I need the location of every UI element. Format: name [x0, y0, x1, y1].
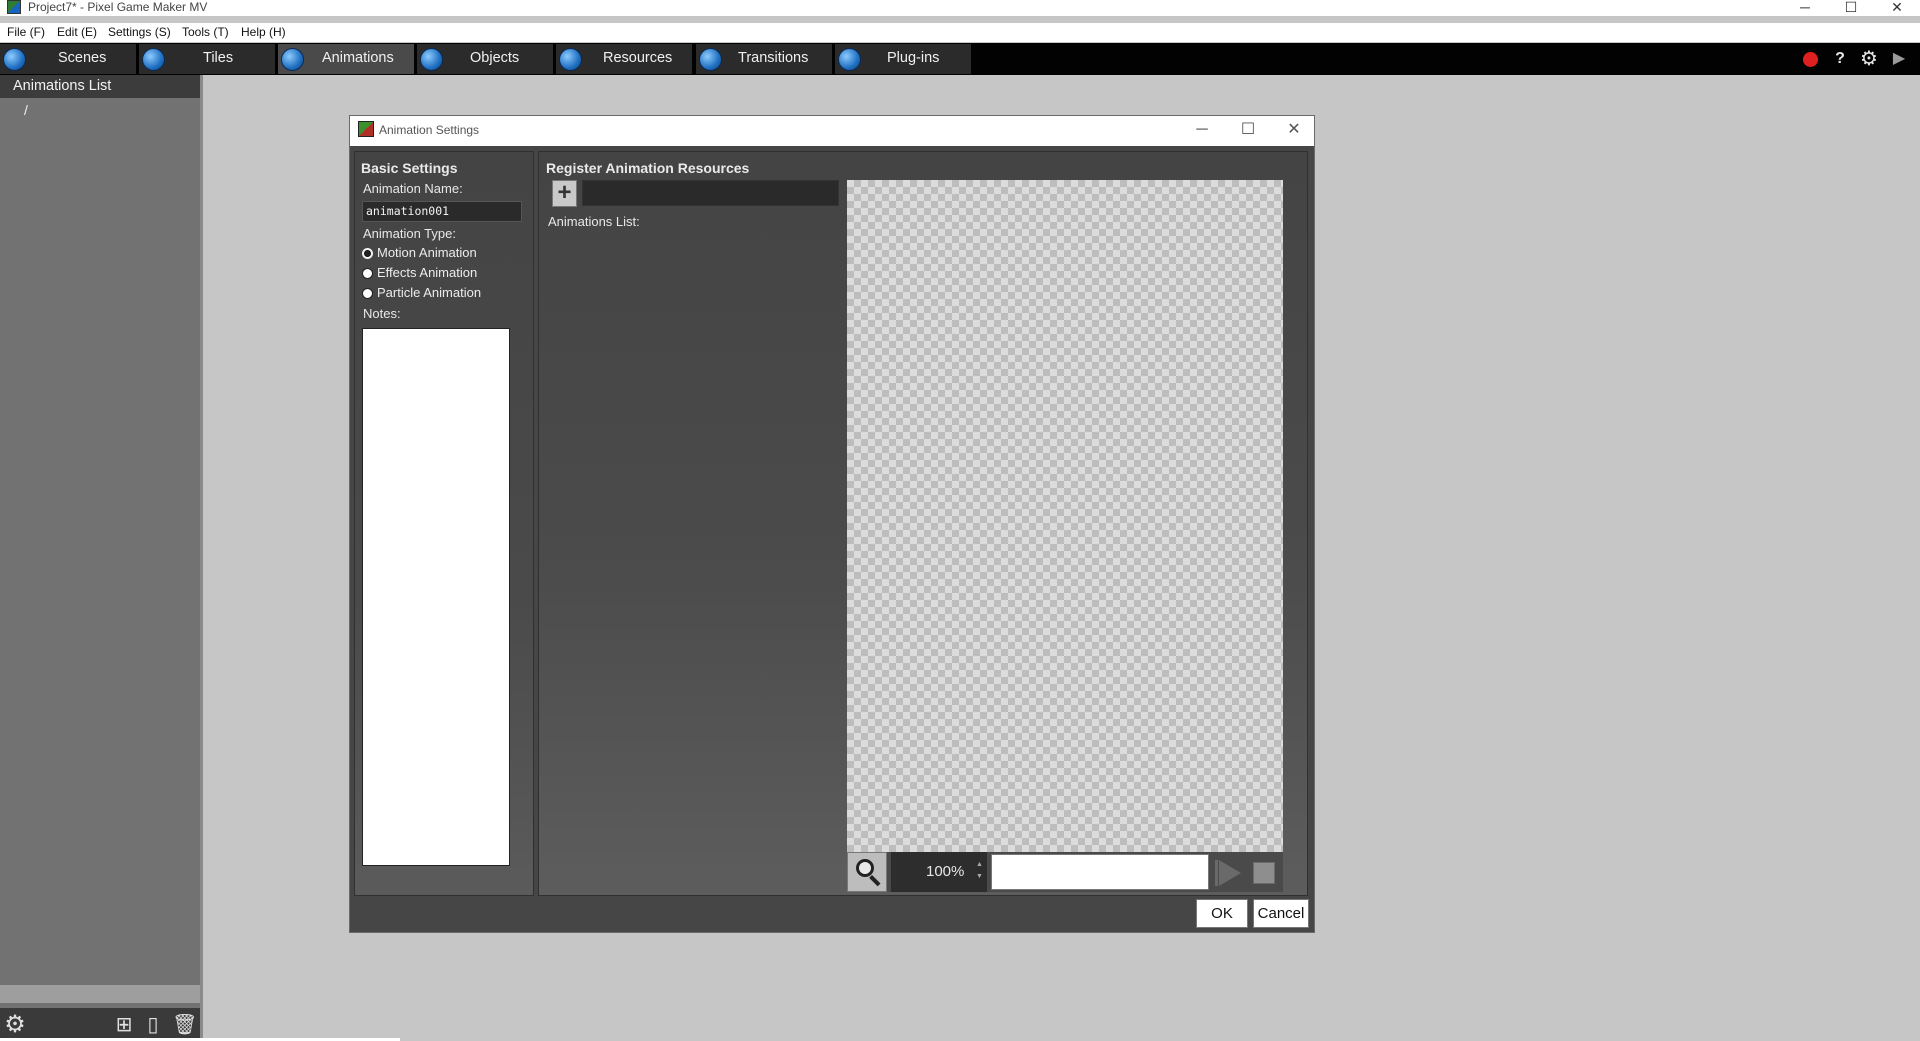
plugins-icon — [838, 48, 861, 71]
notes-textarea[interactable] — [362, 328, 510, 866]
tab-objects[interactable]: Objects — [417, 44, 553, 74]
dialog-titlebar: Animation Settings ─ ☐ ✕ — [350, 116, 1314, 146]
menu-help[interactable]: Help (H) — [241, 25, 286, 40]
resources-icon — [559, 48, 582, 71]
transitions-icon — [699, 48, 722, 71]
play-bar-icon — [1215, 860, 1218, 886]
basic-settings-panel: Basic Settings Animation Name: animation… — [354, 151, 534, 896]
close-button[interactable]: ✕ — [1874, 0, 1920, 16]
tab-animations[interactable]: Animations — [278, 44, 414, 74]
animation-settings-dialog: Animation Settings ─ ☐ ✕ Basic Settings … — [349, 115, 1315, 933]
tab-scenes[interactable]: Scenes — [0, 44, 136, 74]
menu-edit[interactable]: Edit (E) — [57, 25, 97, 40]
animation-type-label: Animation Type: — [363, 226, 456, 241]
resource-name-input[interactable] — [582, 180, 839, 206]
dialog-minimize-button[interactable]: ─ — [1188, 119, 1216, 143]
radio-label: Motion Animation — [377, 245, 477, 260]
stop-button[interactable] — [1253, 862, 1275, 884]
menubar: File (F) Edit (E) Settings (S) Tools (T)… — [0, 23, 1920, 42]
add-item-icon[interactable]: ▯ — [142, 1014, 164, 1036]
scenes-icon — [3, 48, 26, 71]
list-actions-bar: ⚙ ⊞ ▯ 🗑 — [0, 1008, 200, 1041]
tab-plugins[interactable]: Plug-ins — [835, 44, 971, 74]
dialog-app-icon — [358, 121, 374, 137]
panel-title: Animations List — [13, 78, 112, 94]
minimize-button[interactable]: ─ — [1782, 0, 1828, 16]
spin-arrows-icon[interactable]: ▲ ▼ — [976, 859, 984, 883]
dialog-close-button[interactable]: ✕ — [1280, 119, 1308, 143]
radio-label: Effects Animation — [377, 265, 478, 280]
frame-timeline[interactable] — [991, 854, 1209, 890]
tab-label: Scenes — [58, 50, 107, 66]
tab-label: Plug-ins — [887, 50, 940, 66]
panel-splitter[interactable] — [200, 75, 203, 1041]
basic-settings-title: Basic Settings — [361, 160, 458, 176]
zoom-spinbox[interactable]: 100% ▲ ▼ — [891, 852, 987, 892]
dialog-maximize-button[interactable]: ☐ — [1234, 119, 1262, 143]
trash-icon[interactable]: 🗑 — [172, 1014, 197, 1036]
animations-list-panel: Animations List / — [0, 75, 200, 1041]
objects-icon — [420, 48, 443, 71]
zoom-button[interactable] — [847, 852, 887, 892]
menu-tools[interactable]: Tools (T) — [182, 25, 229, 40]
app-icon — [7, 0, 21, 14]
tab-resources[interactable]: Resources — [556, 44, 692, 74]
gear-icon[interactable]: ⚙ — [4, 1013, 26, 1037]
ok-button[interactable]: OK — [1196, 899, 1248, 928]
add-folder-icon[interactable]: ⊞ — [113, 1014, 135, 1036]
radio-dot — [362, 288, 373, 299]
gear-icon[interactable]: ⚙ — [1860, 49, 1878, 69]
notes-label: Notes: — [363, 306, 401, 321]
animation-preview-canvas[interactable] — [847, 180, 1283, 860]
menu-file[interactable]: File (F) — [7, 25, 45, 40]
panel-header: Animations List — [0, 75, 200, 98]
main-toolbar: Scenes Tiles Animations Objects Resource… — [0, 43, 1920, 75]
animation-name-input[interactable]: animation001 — [362, 201, 522, 222]
play-icon[interactable]: ▶ — [1890, 50, 1908, 68]
register-resources-title: Register Animation Resources — [546, 160, 750, 176]
radio-dot — [362, 268, 373, 279]
window-titlebar: Project7* - Pixel Game Maker MV ─ ☐ ✕ — [0, 0, 1920, 16]
help-icon[interactable]: ? — [1831, 50, 1849, 68]
tab-transitions[interactable]: Transitions — [696, 44, 832, 74]
zoom-value: 100% — [926, 863, 965, 880]
panel-divider — [0, 985, 200, 1003]
tab-label: Tiles — [203, 50, 234, 66]
dialog-title: Animation Settings — [379, 123, 480, 137]
tab-label: Resources — [603, 50, 673, 66]
window-title: Project7* - Pixel Game Maker MV — [28, 0, 208, 14]
animation-name-label: Animation Name: — [363, 181, 463, 196]
animations-icon — [281, 48, 304, 71]
tab-label: Transitions — [738, 50, 809, 66]
menu-settings[interactable]: Settings (S) — [108, 25, 171, 40]
tab-label: Objects — [470, 50, 520, 66]
magnifier-handle — [869, 875, 881, 887]
play-icon — [1219, 860, 1241, 886]
radio-dot — [362, 248, 373, 259]
tree-root-item[interactable]: / — [24, 102, 28, 118]
tiles-icon — [142, 48, 165, 71]
radio-label: Particle Animation — [377, 285, 482, 300]
cancel-button[interactable]: Cancel — [1253, 899, 1309, 928]
animations-list-label: Animations List: — [548, 214, 640, 229]
add-resource-button[interactable]: + — [552, 180, 577, 207]
tab-label: Animations — [322, 50, 394, 66]
tab-tiles[interactable]: Tiles — [139, 44, 275, 74]
maximize-button[interactable]: ☐ — [1828, 0, 1874, 16]
play-button[interactable] — [1215, 858, 1243, 886]
register-resources-panel: Register Animation Resources + Animation… — [538, 151, 1308, 896]
record-icon[interactable] — [1803, 52, 1818, 67]
preview-controls: 100% ▲ ▼ — [847, 852, 1283, 892]
